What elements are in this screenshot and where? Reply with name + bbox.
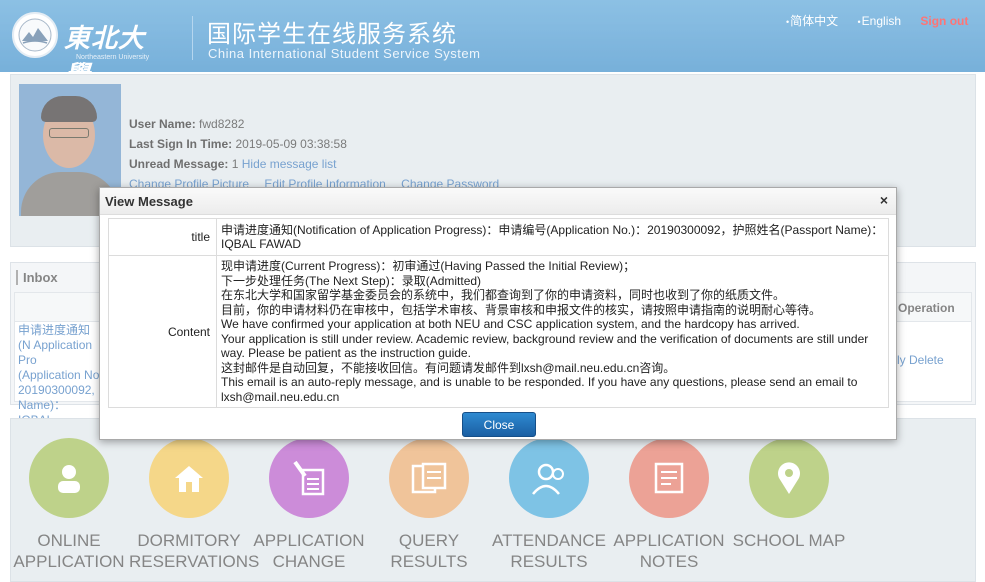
title-value: 申请进度通知(Notification of Application Progr… bbox=[216, 218, 889, 256]
content-line: 下一步处理任务(The Next Step)：录取(Admitted) bbox=[221, 273, 482, 288]
dialog-header: View Message × bbox=[100, 188, 896, 215]
content-line: 这封邮件是自动回复，不能接收回信。有问题请发邮件到lxsh@mail.neu.e… bbox=[221, 360, 676, 375]
content-line: We have confirmed your application at bo… bbox=[221, 317, 800, 331]
dialog-title: View Message bbox=[105, 194, 193, 209]
close-button[interactable]: Close bbox=[462, 412, 536, 437]
content-value: 现申请进度(Current Progress)：初审通过(Having Pass… bbox=[216, 255, 889, 408]
content-line: Your application is still under review. … bbox=[221, 331, 869, 361]
title-label: title bbox=[108, 218, 217, 256]
close-icon[interactable]: × bbox=[880, 192, 888, 208]
content-label: Content bbox=[108, 255, 217, 408]
content-line: This email is an auto-reply message, and… bbox=[221, 375, 858, 404]
content-line: 现申请进度(Current Progress)：初审通过(Having Pass… bbox=[221, 259, 636, 273]
content-line: 目前，你的申请材料仍在审核中，包括学术审核、背景审核和申报文件的核实，请按照申请… bbox=[221, 302, 822, 317]
message-content-row: Content 现申请进度(Current Progress)：初审通过(Hav… bbox=[108, 255, 889, 408]
message-detail-table: title 申请进度通知(Notification of Application… bbox=[108, 218, 889, 408]
view-message-dialog: View Message × title 申请进度通知(Notification… bbox=[99, 187, 897, 440]
content-line: 在东北大学和国家留学基金委员会的系统中，我们都查询到了你的申请资料，同时也收到了… bbox=[221, 288, 786, 302]
message-title-row: title 申请进度通知(Notification of Application… bbox=[108, 218, 889, 256]
